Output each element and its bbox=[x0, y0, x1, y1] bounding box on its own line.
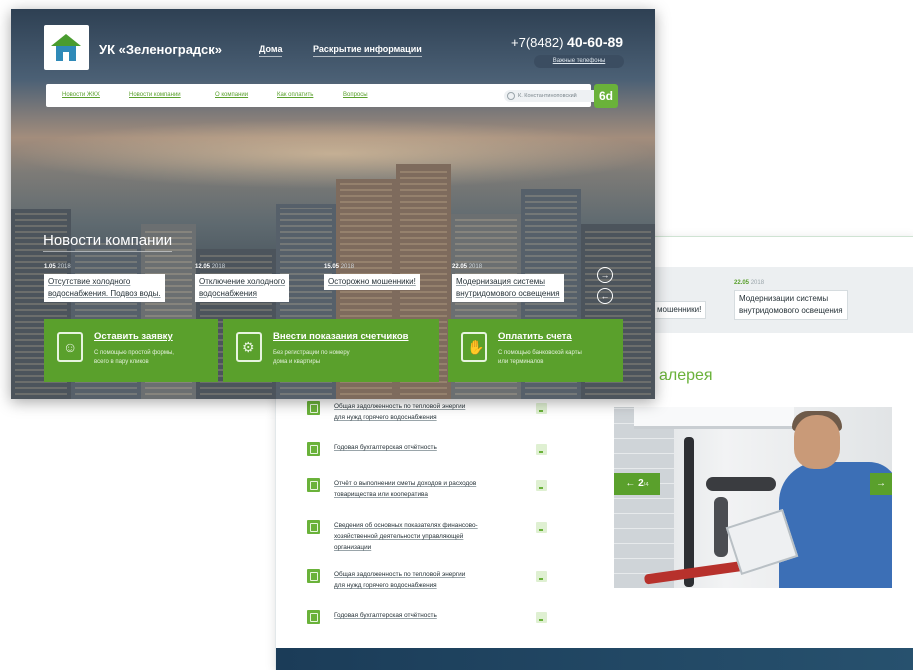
accessibility-button[interactable]: 6d bbox=[594, 84, 618, 108]
photo-tiles bbox=[614, 407, 674, 588]
news-date: 22.05 2018 bbox=[734, 280, 765, 286]
download-icon[interactable] bbox=[536, 522, 547, 533]
document-link[interactable]: Отчёт о выполнении сметы доходов и расхо… bbox=[334, 478, 534, 500]
pay-bills-link[interactable]: Оплатить счета bbox=[498, 331, 572, 342]
download-icon[interactable] bbox=[536, 571, 547, 582]
news-item[interactable]: 22.05 2018 Модернизации системы внутридом… bbox=[734, 277, 848, 320]
gallery-prev-button[interactable]: ← 2/4 bbox=[614, 473, 660, 495]
gallery-total: /4 bbox=[643, 482, 649, 488]
logo-door bbox=[63, 52, 69, 61]
gallery-next-button[interactable]: → bbox=[870, 473, 892, 495]
download-icon[interactable] bbox=[536, 403, 547, 414]
payment-icon: ✋ bbox=[461, 332, 487, 362]
download-icon[interactable] bbox=[536, 480, 547, 491]
arrow-right-icon[interactable]: → bbox=[597, 267, 613, 283]
document-icon bbox=[307, 442, 320, 456]
arrow-right-icon: → bbox=[876, 478, 886, 489]
logo-roof bbox=[51, 34, 81, 46]
download-icon[interactable] bbox=[536, 612, 547, 623]
document-icon bbox=[307, 478, 320, 492]
gallery-photo: ← 2/4 → bbox=[614, 407, 892, 588]
news-item[interactable]: 1.05 2018 Отсутствие холодного водоснабже… bbox=[44, 264, 165, 302]
phone-number[interactable]: +7(8482) 40-60-89 bbox=[511, 34, 623, 50]
news-item[interactable]: мошенники! bbox=[652, 297, 707, 319]
pay-bills-card[interactable]: ✋ Оплатить счета С помощью банковской ка… bbox=[448, 319, 623, 382]
arrow-left-icon: ← bbox=[625, 478, 636, 489]
action-description: Без регистрации по номеру дома и квартиры bbox=[273, 350, 350, 365]
nav-houses[interactable]: Дома bbox=[259, 44, 283, 57]
action-description: С помощью банковской карты или терминалов bbox=[498, 350, 582, 365]
news-item-title[interactable]: Модернизации системы внутридомового освещ… bbox=[734, 290, 848, 320]
photo-sink bbox=[634, 407, 794, 429]
meter-readings-link[interactable]: Внести показания счетчиков bbox=[273, 331, 409, 342]
action-description: С помощью простой формы, всего в пару кли… bbox=[94, 350, 174, 365]
news-item[interactable]: 12.05 2018 Отключение холодного водоснабж… bbox=[195, 264, 290, 302]
menu-item-company-news[interactable]: Новости компании bbox=[129, 92, 181, 98]
sunset-haze bbox=[11, 119, 655, 189]
document-link[interactable]: Общая задолженность по тепловой энергии д… bbox=[334, 569, 534, 591]
important-phones-button[interactable]: Важные телефоны bbox=[534, 55, 624, 68]
news-item[interactable]: 22.05 2018 Модернизация системы внутридом… bbox=[452, 264, 564, 302]
photo-pipe bbox=[684, 437, 694, 587]
submit-request-card[interactable]: ☺ Оставить заявку С помощью простой форм… bbox=[44, 319, 218, 382]
photo-pipe bbox=[706, 477, 776, 491]
logo[interactable] bbox=[44, 25, 89, 70]
submit-request-link[interactable]: Оставить заявку bbox=[94, 331, 173, 342]
menu-item-how-to-pay[interactable]: Как оплатить bbox=[277, 92, 313, 98]
document-link[interactable]: Общая задолженность по тепловой энергии д… bbox=[334, 401, 534, 423]
main-page-mockup: УК «Зеленоградск» Дома Раскрытие информа… bbox=[11, 9, 655, 399]
meter-readings-card[interactable]: ⚙ Внести показания счетчиков Без регистр… bbox=[223, 319, 439, 382]
news-item-title[interactable]: Отсутствие холодного водоснабжения. Подво… bbox=[44, 274, 165, 302]
news-item-title[interactable]: мошенники! bbox=[652, 301, 707, 319]
news-date: 1.05 2018 bbox=[44, 264, 71, 270]
menu-item-housing-news[interactable]: Новости ЖКХ bbox=[62, 92, 100, 98]
footer bbox=[276, 648, 913, 670]
nav-disclosure[interactable]: Раскрытие информации bbox=[313, 44, 422, 57]
news-item[interactable]: 15.05 2018 Осторожно мошенники! bbox=[324, 264, 420, 290]
gallery-title: алерея bbox=[659, 367, 713, 384]
location-icon bbox=[507, 92, 515, 100]
document-icon bbox=[307, 401, 320, 415]
news-date: 22.05 2018 bbox=[452, 264, 483, 270]
news-section-title: Новости компании bbox=[43, 232, 173, 252]
company-name[interactable]: УК «Зеленоградск» bbox=[99, 42, 222, 57]
document-icon bbox=[307, 520, 320, 534]
worker-icon: ☺ bbox=[57, 332, 83, 362]
download-icon[interactable] bbox=[536, 444, 547, 455]
document-link[interactable]: Годовая бухгалтерская отчётность bbox=[334, 610, 534, 621]
main-menu: Новости ЖКХ Новости компании О компании … bbox=[46, 84, 616, 107]
news-item-title[interactable]: Отключение холодного водоснабжения bbox=[195, 274, 290, 302]
photo-plumber-head bbox=[794, 415, 840, 469]
document-icon bbox=[307, 569, 320, 583]
gallery-current: 2 bbox=[638, 478, 644, 489]
document-link[interactable]: Сведения об основных показателях финансо… bbox=[334, 520, 534, 553]
menu-item-about[interactable]: О компании bbox=[215, 92, 248, 98]
menu-item-questions[interactable]: Вопросы bbox=[343, 92, 368, 98]
document-link[interactable]: Годовая бухгалтерская отчётность bbox=[334, 442, 534, 453]
arrow-left-icon[interactable]: ← bbox=[597, 288, 613, 304]
news-item-title[interactable]: Осторожно мошенники! bbox=[324, 274, 420, 290]
document-icon bbox=[307, 610, 320, 624]
meter-icon: ⚙ bbox=[236, 332, 262, 362]
news-item-title[interactable]: Модернизация системы внутридомового освещ… bbox=[452, 274, 564, 302]
news-date: 15.05 2018 bbox=[324, 264, 355, 270]
news-date: 12.05 2018 bbox=[195, 264, 226, 270]
